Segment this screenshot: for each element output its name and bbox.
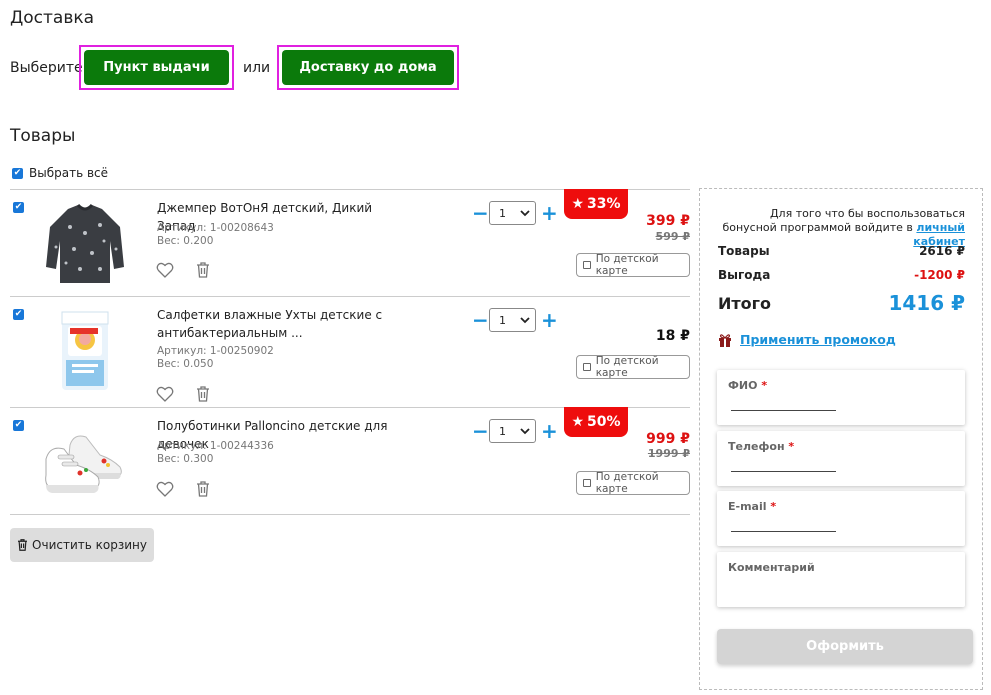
item-checkbox[interactable]: ✔ bbox=[13, 202, 24, 213]
item-weight: Вес: 0.050 bbox=[157, 358, 214, 370]
child-card-button[interactable]: По детской карте bbox=[576, 471, 690, 495]
goods-total-row: Товары 2616 ₽ bbox=[718, 244, 965, 258]
fio-field[interactable]: ФИО * bbox=[717, 370, 965, 425]
item-checkbox[interactable]: ✔ bbox=[13, 309, 24, 320]
plus-icon[interactable]: + bbox=[541, 310, 558, 330]
star-icon: ★ bbox=[571, 196, 585, 212]
minus-icon[interactable]: − bbox=[472, 310, 489, 330]
plus-icon[interactable]: + bbox=[541, 421, 558, 441]
child-card-button[interactable]: По детской карте bbox=[576, 253, 690, 277]
item-old-price: 599 ₽ bbox=[655, 230, 690, 243]
quantity-stepper: − 1 + bbox=[472, 201, 558, 225]
goods-title: Товары bbox=[10, 126, 76, 146]
grand-total-row: Итого 1416 ₽ bbox=[718, 291, 965, 315]
select-all-checkbox[interactable]: ✔ Выбрать всё bbox=[12, 166, 108, 180]
item-checkbox[interactable]: ✔ bbox=[13, 420, 24, 431]
item-article: Артикул: 1-00208643 bbox=[157, 222, 274, 234]
trash-icon bbox=[18, 539, 28, 551]
or-label: или bbox=[243, 60, 271, 76]
quantity-select[interactable]: 1 bbox=[489, 308, 536, 332]
checkbox-empty-icon bbox=[583, 261, 591, 269]
input-underline bbox=[731, 531, 836, 532]
quantity-stepper: − 1 + bbox=[472, 308, 558, 332]
phone-field[interactable]: Телефон * bbox=[717, 431, 965, 486]
trash-icon[interactable] bbox=[196, 481, 210, 497]
wipes-package-image[interactable] bbox=[40, 304, 130, 394]
clear-cart-button[interactable]: Очистить корзину bbox=[10, 528, 154, 562]
input-underline bbox=[731, 410, 836, 411]
item-price: 999 ₽ bbox=[646, 431, 690, 447]
fio-label: ФИО * bbox=[728, 379, 768, 392]
promo-code-link[interactable]: Применить промокод bbox=[718, 332, 896, 347]
promo-code-link-text[interactable]: Применить промокод bbox=[740, 332, 896, 347]
item-name[interactable]: Салфетки влажные Ухты детские с антибакт… bbox=[157, 306, 407, 342]
quantity-stepper: − 1 + bbox=[472, 419, 558, 443]
bonus-note: Для того что бы воспользоваться бонусной… bbox=[722, 207, 965, 248]
trash-icon[interactable] bbox=[196, 386, 210, 402]
item-weight: Вес: 0.300 bbox=[157, 453, 214, 465]
star-icon: ★ bbox=[571, 414, 585, 430]
pickup-button[interactable]: Пункт выдачи bbox=[84, 50, 229, 85]
order-summary-panel: Для того что бы воспользоваться бонусной… bbox=[699, 188, 983, 690]
quantity-select[interactable]: 1 bbox=[489, 201, 536, 225]
pickup-button-frame: Пункт выдачи bbox=[79, 45, 234, 90]
item-price: 18 ₽ bbox=[655, 328, 690, 344]
select-all-label: Выбрать всё bbox=[29, 166, 109, 180]
chevron-down-icon bbox=[520, 427, 530, 434]
plus-icon[interactable]: + bbox=[541, 203, 558, 223]
delivery-title: Доставка bbox=[10, 8, 95, 28]
benefit-row: Выгода -1200 ₽ bbox=[718, 268, 965, 282]
cart-item: ✔ Джемпер ВотОнЯ детский, Дикий Запад Ар… bbox=[10, 189, 690, 296]
chevron-down-icon bbox=[520, 209, 530, 216]
item-weight: Вес: 0.200 bbox=[157, 235, 214, 247]
heart-icon[interactable] bbox=[156, 262, 174, 278]
trash-icon[interactable] bbox=[196, 262, 210, 278]
minus-icon[interactable]: − bbox=[472, 203, 489, 223]
comment-field[interactable]: Комментарий bbox=[717, 552, 965, 607]
home-delivery-button[interactable]: Доставку до дома bbox=[282, 50, 454, 85]
child-card-button[interactable]: По детской карте bbox=[576, 355, 690, 379]
home-delivery-button-frame: Доставку до дома bbox=[277, 45, 459, 90]
gift-icon bbox=[719, 333, 731, 347]
input-underline bbox=[731, 471, 836, 472]
item-article: Артикул: 1-00250902 bbox=[157, 345, 274, 357]
divider bbox=[10, 514, 690, 515]
checkbox-empty-icon bbox=[583, 363, 591, 371]
minus-icon[interactable]: − bbox=[472, 421, 489, 441]
heart-icon[interactable] bbox=[156, 386, 174, 402]
cart-item: ✔ Салфетки влажные Ухты детские с антиба… bbox=[10, 296, 690, 407]
item-price: 399 ₽ bbox=[646, 213, 690, 229]
comment-label: Комментарий bbox=[728, 561, 815, 574]
checkbox-empty-icon bbox=[583, 479, 591, 487]
checkbox-checked-icon[interactable]: ✔ bbox=[12, 167, 23, 179]
item-old-price: 1999 ₽ bbox=[647, 447, 690, 460]
sweater-image[interactable] bbox=[40, 197, 130, 287]
choose-label: Выберите bbox=[10, 60, 83, 76]
phone-label: Телефон * bbox=[728, 440, 795, 453]
cart-item: ✔ Полуботинки Palloncino детские для дев… bbox=[10, 407, 690, 514]
submit-order-button[interactable]: Оформить bbox=[717, 629, 973, 664]
email-label: E-mail * bbox=[728, 500, 777, 513]
item-article: Артикул: 1-00244336 bbox=[157, 440, 274, 452]
quantity-select[interactable]: 1 bbox=[489, 419, 536, 443]
email-field[interactable]: E-mail * bbox=[717, 491, 965, 546]
sneakers-image[interactable] bbox=[40, 415, 130, 505]
chevron-down-icon bbox=[520, 316, 530, 323]
heart-icon[interactable] bbox=[156, 481, 174, 497]
